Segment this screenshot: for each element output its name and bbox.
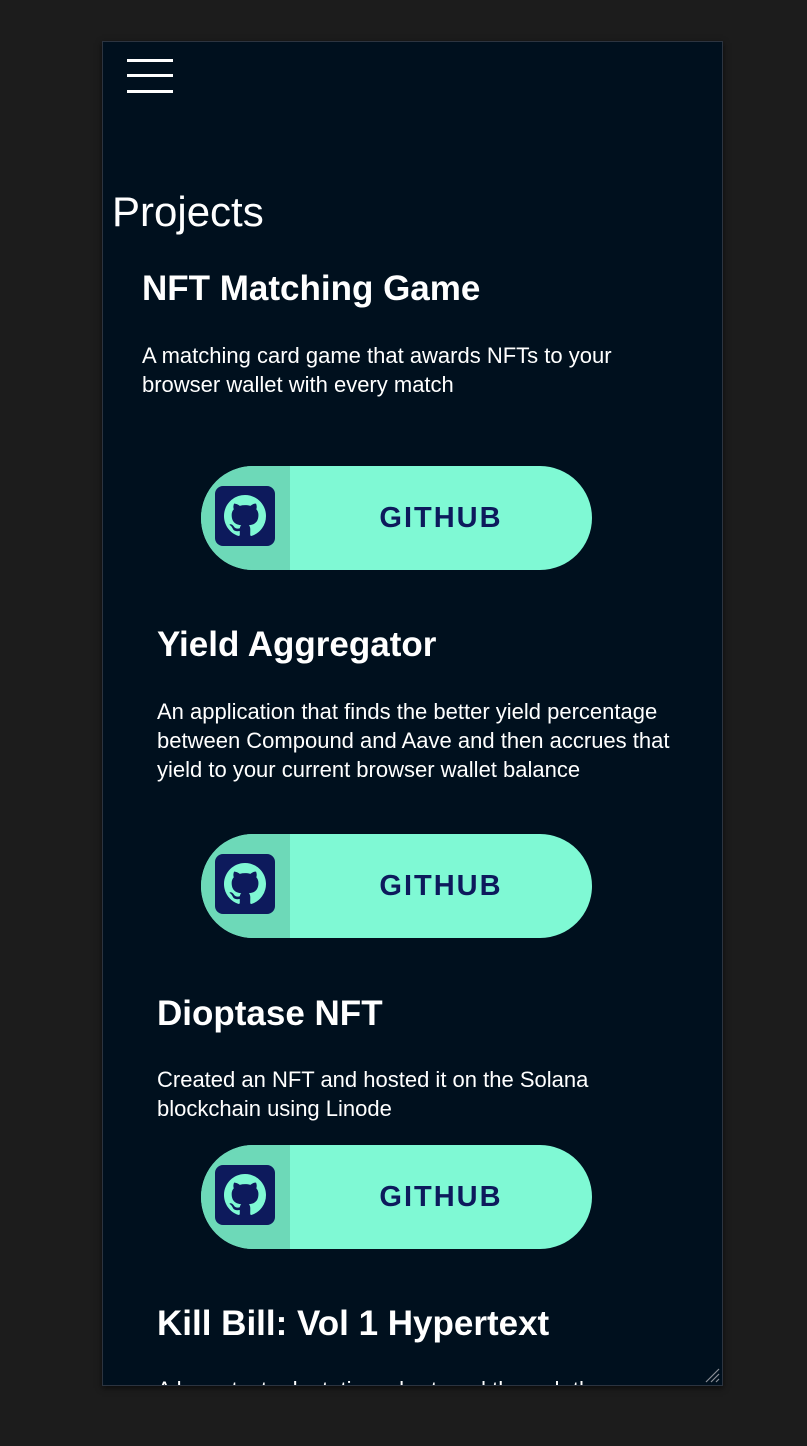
page-title: Projects	[112, 188, 264, 235]
github-button-label: GITHUB	[379, 1181, 503, 1213]
github-icon	[215, 854, 275, 914]
github-icon-panel	[201, 466, 290, 570]
hamburger-menu-icon[interactable]	[127, 59, 173, 95]
github-icon	[215, 1165, 275, 1225]
github-button[interactable]: GITHUB	[201, 834, 592, 938]
project-description: Created an NFT and hosted it on the Sola…	[157, 1067, 589, 1121]
project-description: A hypertext adaptation, shortened throug…	[157, 1375, 722, 1385]
github-button-label: GITHUB	[379, 502, 503, 534]
project-title: Kill Bill: Vol 1 Hypertext	[157, 1304, 550, 1343]
github-icon-panel	[201, 1145, 290, 1249]
github-button[interactable]: GITHUB	[201, 466, 592, 570]
menu-bar	[127, 90, 173, 93]
github-icon-panel	[201, 834, 290, 938]
project-description: A matching card game that awards NFTs to…	[142, 343, 612, 397]
menu-bar	[127, 59, 173, 62]
app-viewport: Projects NFT Matching Game A matching ca…	[102, 41, 723, 1386]
github-button-label: GITHUB	[379, 870, 503, 902]
menu-bar	[127, 74, 173, 77]
project-description: An application that finds the better yie…	[157, 699, 670, 782]
project-title: Yield Aggregator	[157, 625, 437, 664]
project-title: Dioptase NFT	[157, 994, 383, 1033]
project-title: NFT Matching Game	[142, 269, 481, 308]
github-icon	[215, 486, 275, 546]
github-button[interactable]: GITHUB	[201, 1145, 592, 1249]
resize-grip-icon[interactable]	[704, 1367, 720, 1383]
